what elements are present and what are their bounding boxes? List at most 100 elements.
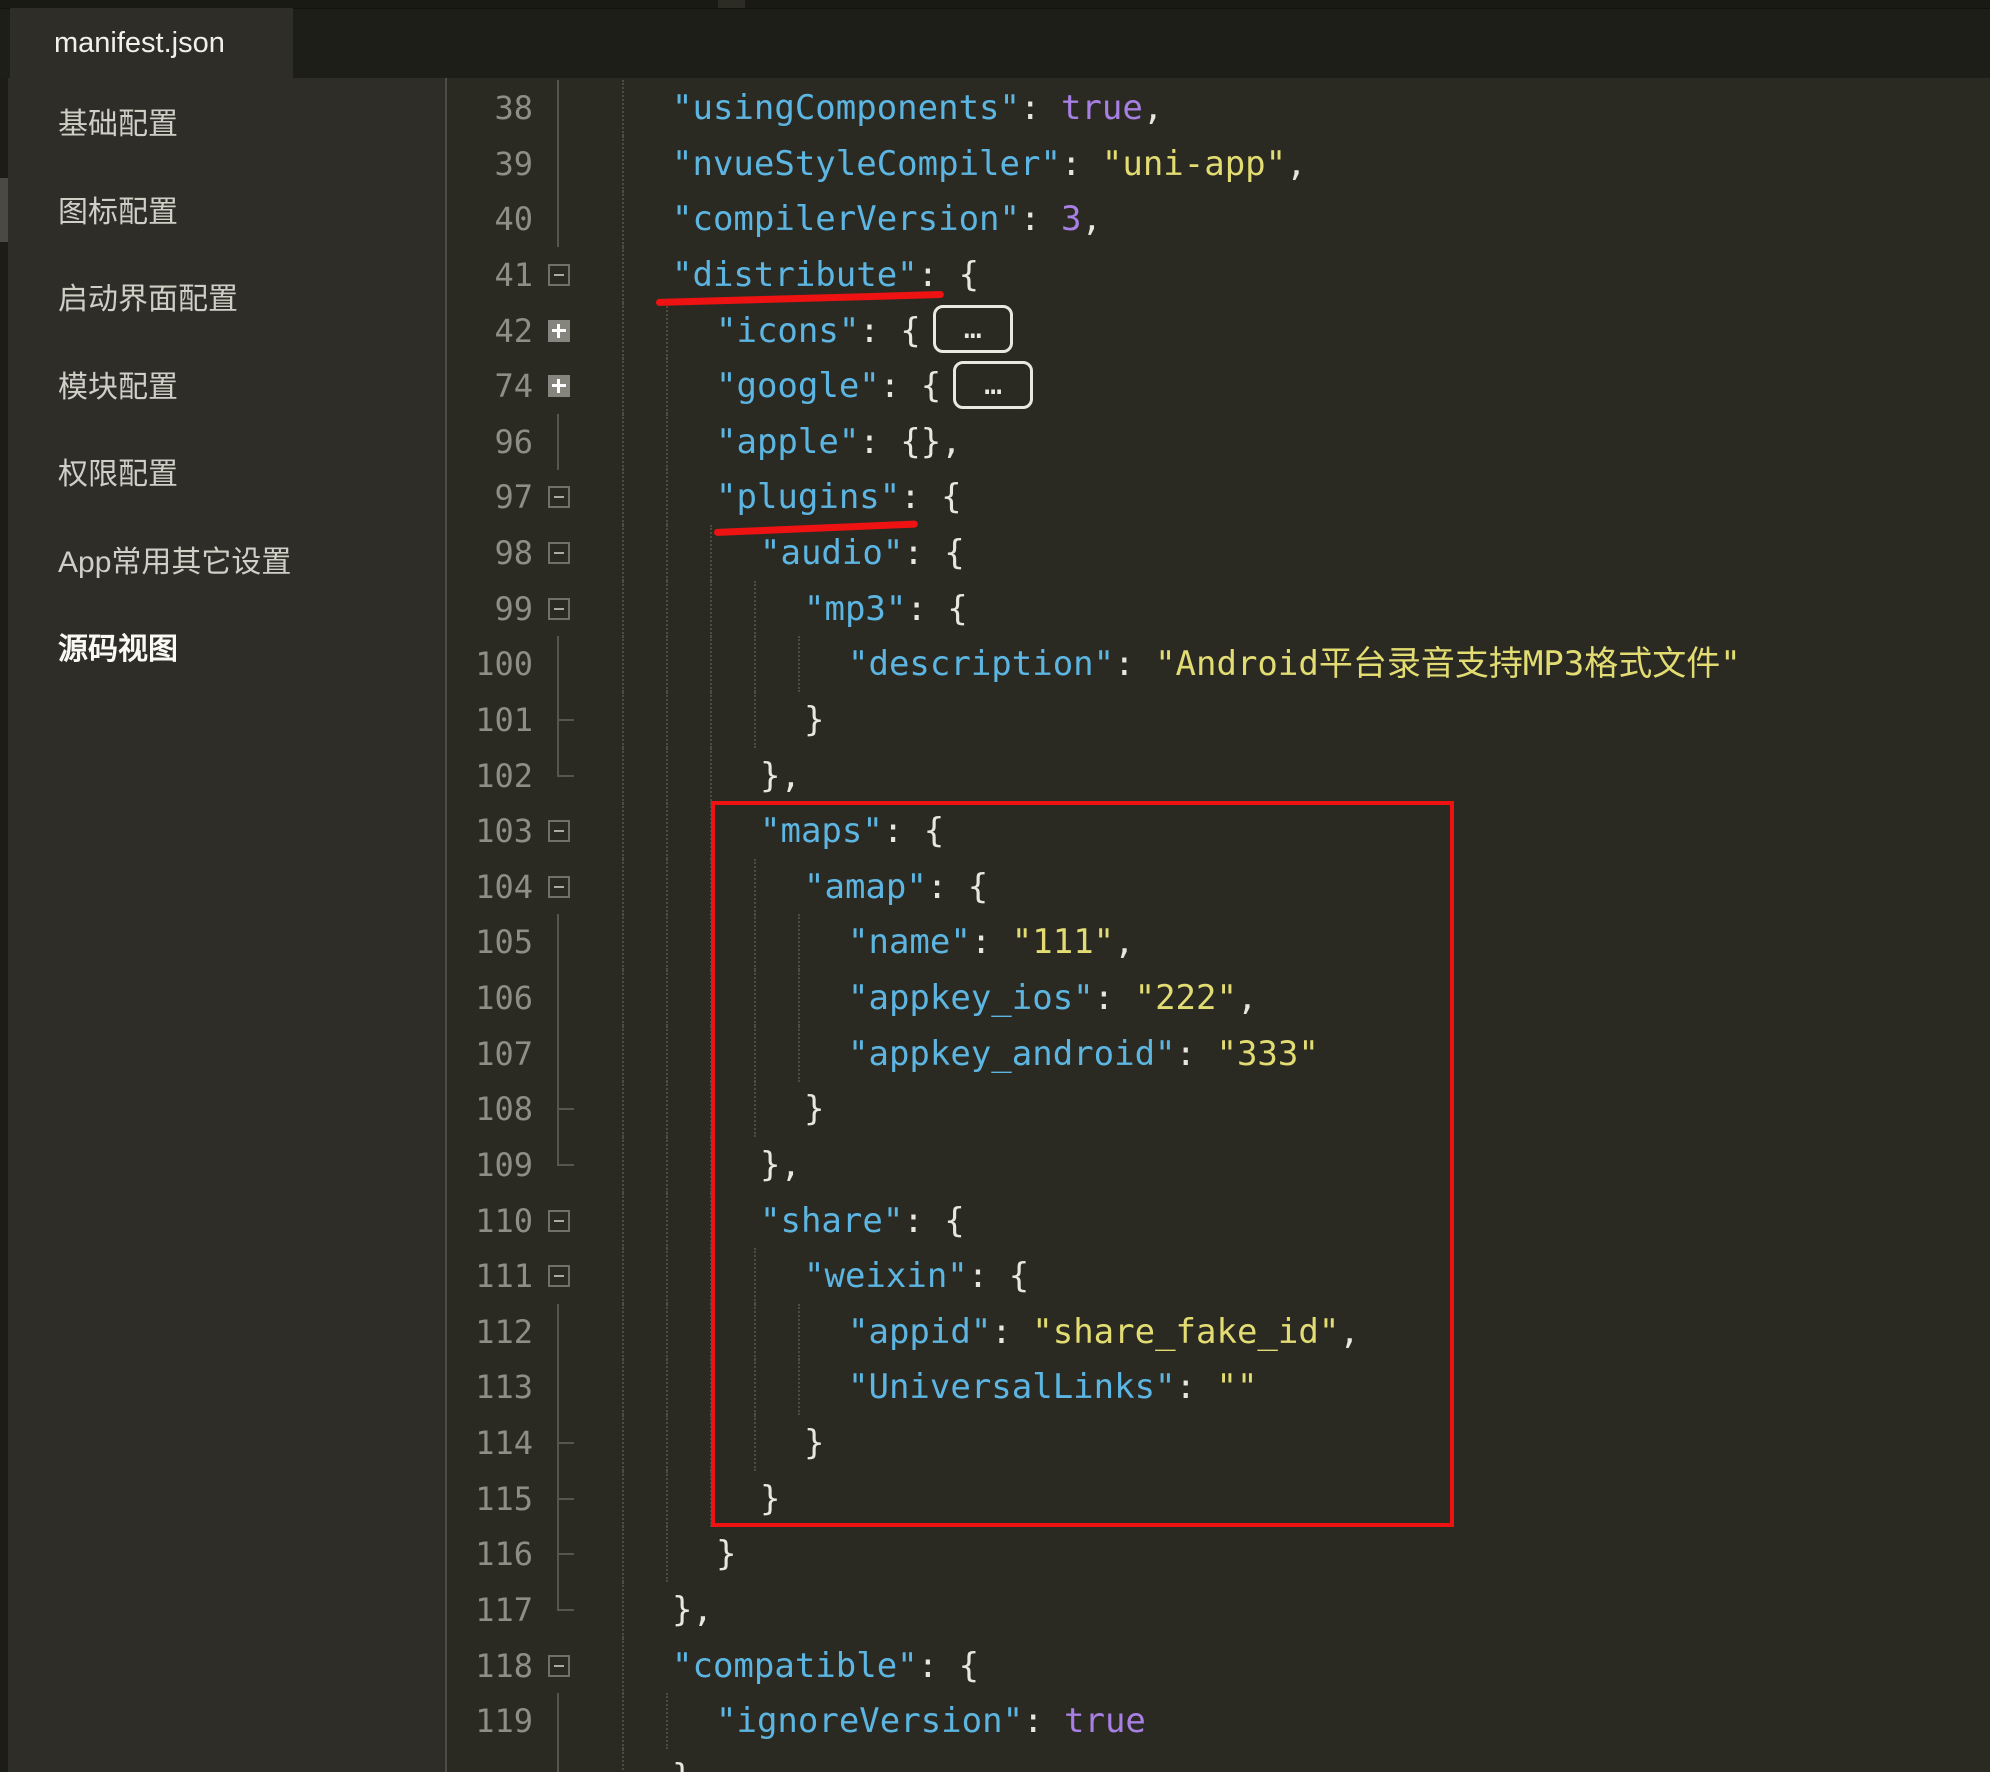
indent-guide [622,191,624,247]
fold-scope-end-tick [557,775,574,777]
fold-scope-line [557,191,559,247]
line-number: 102 [447,748,533,804]
sidebar-scrollbar[interactable] [0,178,8,242]
token-p: , [1081,199,1101,239]
line-number: 103 [447,803,533,859]
line-number: 109 [447,1137,533,1193]
token-p: : { [918,1646,979,1686]
code-text: "nvueStyleCompiler": "uni-app", [672,136,1307,192]
token-k: "apple" [716,422,859,462]
fold-scope-end-tick [557,1609,574,1611]
indent-guide [754,636,756,692]
code-line: 39"nvueStyleCompiler": "uni-app", [447,136,1990,192]
token-s: "Android平台录音支持MP3格式文件" [1155,644,1741,684]
token-k: "compatible" [672,1646,918,1686]
token-k: "nvueStyleCompiler" [672,144,1061,184]
token-p: : { [906,589,967,629]
indent-guide [666,414,668,470]
fold-expand-icon[interactable] [548,320,570,342]
fold-scope-end-tick [557,719,574,721]
code-text: "compatible": { [672,1638,979,1694]
code-line: 42"icons": {… [447,303,1990,359]
line-number: 112 [447,1304,533,1360]
code-line: 99"mp3": { [447,581,1990,637]
code-text: } [672,1749,692,1772]
token-k: "icons" [716,311,859,351]
sidebar-item-2[interactable]: 图标配置 [58,193,178,233]
indent-guide [666,358,668,414]
code-line: 38"usingComponents": true, [447,80,1990,136]
fold-collapse-icon[interactable] [548,1265,570,1287]
indent-guide [622,1026,624,1082]
line-number: 38 [447,80,533,136]
fold-collapse-icon[interactable] [548,598,570,620]
sidebar-item-7[interactable]: 源码视图 [58,630,178,670]
collapsed-code-ellipsis[interactable]: … [933,305,1013,353]
collapsed-code-ellipsis[interactable]: … [953,361,1033,409]
sidebar-item-4[interactable]: 模块配置 [58,368,178,408]
fold-expand-icon[interactable] [548,375,570,397]
indent-guide [666,803,668,859]
indent-guide [666,1081,668,1137]
line-number: 110 [447,1193,533,1249]
code-line: 102}, [447,748,1990,804]
indent-guide [666,692,668,748]
token-k: "usingComponents" [672,88,1020,128]
line-number: 113 [447,1359,533,1415]
fold-collapse-icon[interactable] [548,542,570,564]
token-w: 3 [1061,199,1081,239]
line-number: 96 [447,414,533,470]
indent-guide [622,1638,624,1694]
sidebar-item-1[interactable]: 基础配置 [58,105,178,145]
sidebar-item-3[interactable]: 启动界面配置 [58,280,238,320]
line-number: 100 [447,636,533,692]
indent-guide [622,414,624,470]
fold-scope-line [557,1137,559,1165]
fold-scope-end-tick [557,1442,574,1444]
fold-collapse-icon[interactable] [548,1655,570,1677]
line-number: 118 [447,1638,533,1694]
code-line: 118 "compatible": { [447,1638,1990,1694]
indent-guide [798,636,800,692]
sidebar-left-edge [0,78,8,1772]
toolbar-notch [718,0,745,8]
indent-guide [622,1415,624,1471]
line-number: 99 [447,581,533,637]
fold-collapse-icon[interactable] [548,876,570,898]
fold-collapse-icon[interactable] [548,486,570,508]
token-p: : { [918,255,979,295]
token-s: "uni-app" [1102,144,1286,184]
indent-guide [666,1137,668,1193]
sidebar-item-6[interactable]: App常用其它设置 [58,543,291,583]
sidebar-item-5[interactable]: 权限配置 [58,455,178,495]
token-p: : [1023,1701,1064,1741]
token-p: : { [880,366,941,406]
line-number: 98 [447,525,533,581]
indent-guide [666,1193,668,1249]
fold-collapse-icon[interactable] [548,820,570,842]
code-text: } [716,1526,736,1582]
indent-guide [622,1693,624,1749]
tab-manifest-json[interactable]: manifest.json [10,8,293,78]
code-line: 101} [447,692,1990,748]
indent-guide [666,469,668,525]
indent-guide [622,247,624,303]
fold-collapse-icon[interactable] [548,264,570,286]
indent-guide [666,748,668,804]
code-text: "icons": { … [716,303,1013,359]
indent-guide [622,469,624,525]
code-line: 116} [447,1526,1990,1582]
indent-guide [754,692,756,748]
token-p: : { [859,311,920,351]
line-number: 41 [447,247,533,303]
fold-scope-line [557,1026,559,1082]
fold-scope-end-tick [557,1164,574,1166]
indent-guide [622,1137,624,1193]
fold-scope-end-tick [557,1108,574,1110]
fold-collapse-icon[interactable] [548,1210,570,1232]
code-line: 98"audio": { [447,525,1990,581]
fold-scope-line [557,1304,559,1360]
code-text: "apple": {}, [716,414,962,470]
token-p: : {}, [859,422,961,462]
indent-guide [710,636,712,692]
